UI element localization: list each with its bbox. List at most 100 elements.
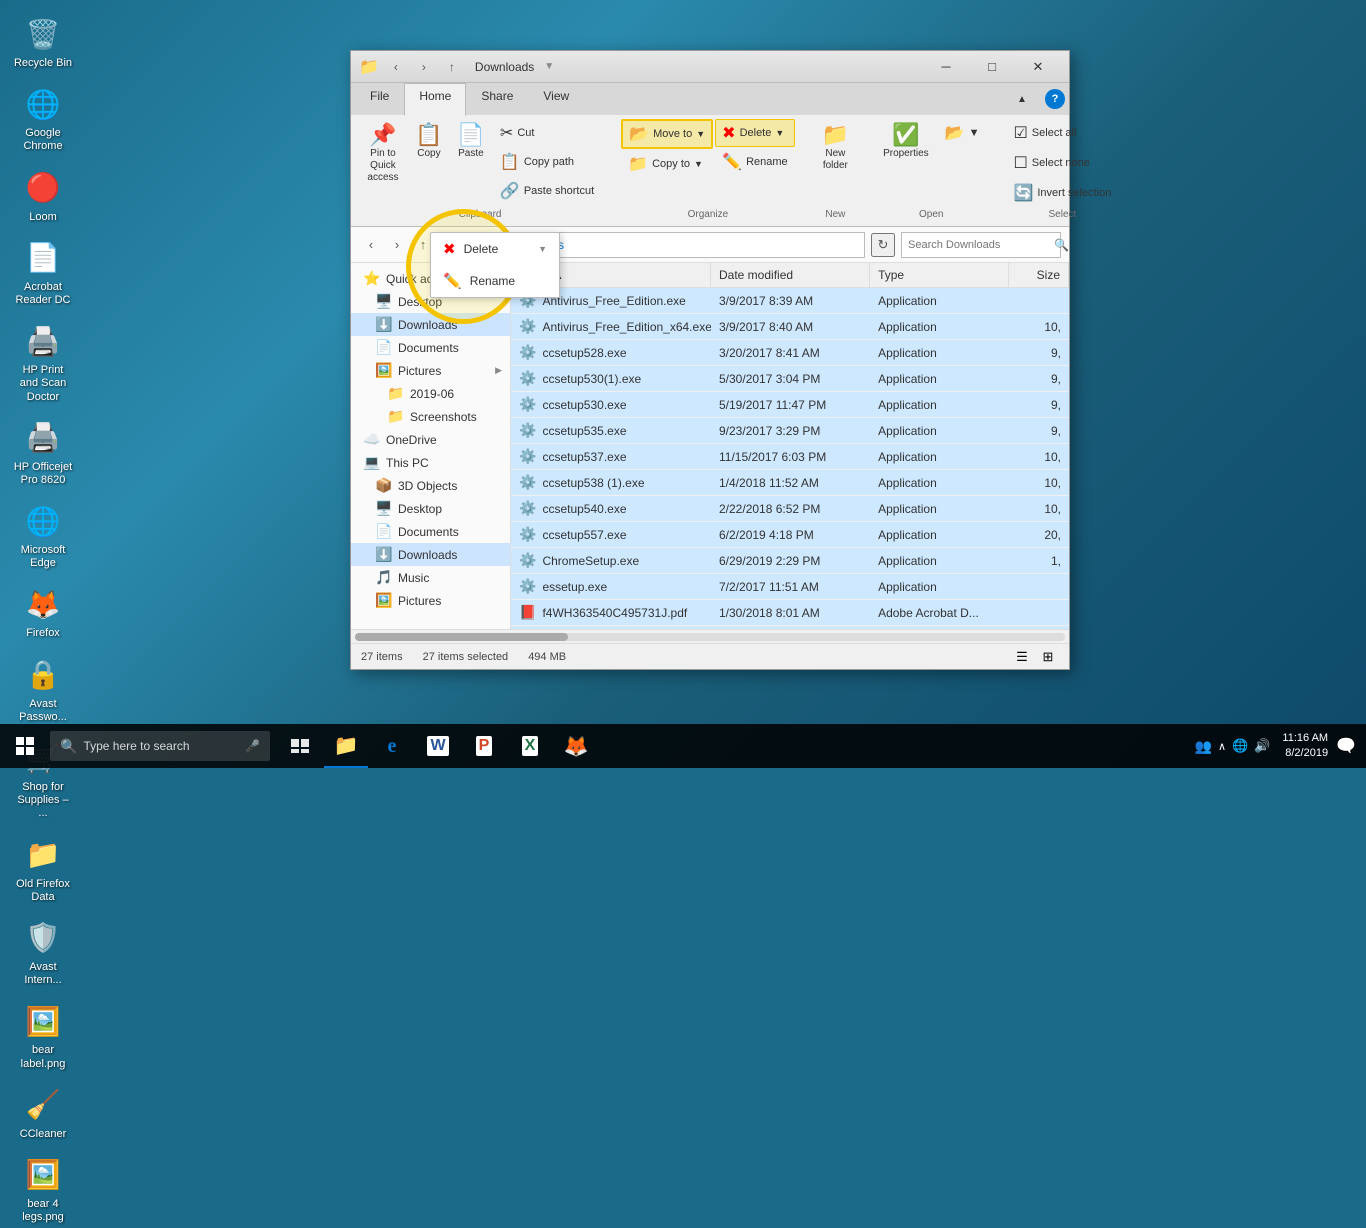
cut-button[interactable]: ✂ Cut xyxy=(493,119,601,147)
file-row[interactable]: ⚙️ ccsetup557.exe 6/2/2019 4:18 PM Appli… xyxy=(511,522,1069,548)
taskbar-notification-icon[interactable]: 🗨️ xyxy=(1336,736,1356,756)
paste-button[interactable]: 📄 Paste xyxy=(451,119,491,165)
search-box[interactable]: 🔍 xyxy=(901,232,1061,258)
nav-documents[interactable]: 📄 Documents xyxy=(351,336,510,359)
file-row[interactable]: ⚙️ ccsetup530(1).exe 5/30/2017 3:04 PM A… xyxy=(511,366,1069,392)
new-folder-button[interactable]: 📁 New folder xyxy=(815,119,856,177)
file-row[interactable]: 📕 f4WH363540C495731J.pdf 1/30/2018 8:01 … xyxy=(511,600,1069,626)
taskbar-chevron-icon[interactable]: ∧ xyxy=(1218,740,1226,753)
large-icons-view-button[interactable]: ⊞ xyxy=(1037,647,1059,667)
nav-downloads2[interactable]: ⬇️ Downloads xyxy=(351,543,510,566)
desktop-icon-bear4legs[interactable]: 🖼️ bear 4 legs.png xyxy=(8,1151,78,1228)
file-row[interactable]: ⚙️ ccsetup540.exe 2/22/2018 6:52 PM Appl… xyxy=(511,496,1069,522)
copy-button[interactable]: 📋 Copy xyxy=(409,119,449,165)
taskbar-firefox[interactable]: 🦊 xyxy=(554,724,598,768)
taskbar-edge[interactable]: e xyxy=(370,724,414,768)
nav-desktop2[interactable]: 🖥️ Desktop xyxy=(351,497,510,520)
details-view-button[interactable]: ☰ xyxy=(1011,647,1033,667)
scroll-track[interactable] xyxy=(355,633,1065,641)
nav-this-pc[interactable]: 💻 This PC xyxy=(351,451,510,474)
desktop-icon-hp-officejet[interactable]: 🖨️ HP Officejet Pro 8620 xyxy=(8,414,78,491)
ribbon-collapse-button[interactable]: ▲ xyxy=(999,83,1045,115)
scroll-thumb[interactable] xyxy=(355,633,568,641)
nav-2019-06[interactable]: 📁 2019-06 xyxy=(351,382,510,405)
properties-button[interactable]: ✅ Properties xyxy=(876,119,936,165)
tab-view[interactable]: View xyxy=(528,83,584,115)
popup-delete-item[interactable]: ✖ Delete ▼ xyxy=(431,233,559,265)
file-row[interactable]: ⚙️ ccsetup530.exe 5/19/2017 11:47 PM App… xyxy=(511,392,1069,418)
refresh-button[interactable]: ↻ xyxy=(871,233,895,257)
forward-button[interactable]: › xyxy=(413,56,435,78)
select-all-button[interactable]: ☑ Select all xyxy=(1006,119,1118,147)
desktop-icon-avast-internet[interactable]: 🛡️ Avast Intern... xyxy=(8,914,78,991)
help-button[interactable]: ? xyxy=(1045,89,1065,109)
select-none-button[interactable]: ☐ Select none xyxy=(1006,149,1118,177)
invert-selection-button[interactable]: 🔄 Invert selection xyxy=(1006,179,1118,207)
desktop-icon-chrome[interactable]: 🌐 Google Chrome xyxy=(8,80,78,157)
horizontal-scrollbar[interactable] xyxy=(351,629,1069,643)
maximize-button[interactable]: □ xyxy=(969,51,1015,83)
taskbar-volume-icon[interactable]: 🔊 xyxy=(1254,738,1270,754)
nav-panel[interactable]: ⭐ Quick access 🖥️ Desktop ⬇️ Downloads 📄… xyxy=(351,263,511,629)
address-forward-button[interactable]: › xyxy=(385,233,409,257)
taskbar-task-view[interactable] xyxy=(278,724,322,768)
file-row[interactable]: ⚙️ ccsetup535.exe 9/23/2017 3:29 PM Appl… xyxy=(511,418,1069,444)
back-button[interactable]: ‹ xyxy=(385,56,407,78)
pin-to-quick-access-button[interactable]: 📌 Pin to Quick access xyxy=(359,119,407,189)
copy-path-button[interactable]: 📋 Copy path xyxy=(493,148,601,176)
desktop-icon-ccleaner[interactable]: 🧹 CCleaner xyxy=(8,1081,78,1145)
nav-pictures[interactable]: 🖼️ Pictures ▶ xyxy=(351,359,510,382)
up-button[interactable]: ↑ xyxy=(441,56,463,78)
file-row[interactable]: ⚙️ Antivirus_Free_Edition.exe 3/9/2017 8… xyxy=(511,288,1069,314)
file-row[interactable]: ⚙️ essetup.exe 7/2/2017 11:51 AM Applica… xyxy=(511,574,1069,600)
taskbar-file-explorer[interactable]: 📁 xyxy=(324,724,368,768)
copy-to-button[interactable]: 📁 Copy to ▼ xyxy=(621,150,713,178)
file-row[interactable]: ⚙️ ccsetup537.exe 11/15/2017 6:03 PM App… xyxy=(511,444,1069,470)
file-list-area[interactable]: Name ▲ Date modified Type Size ⚙️ xyxy=(511,263,1069,629)
tab-file[interactable]: File xyxy=(355,83,404,115)
open-options-button[interactable]: 📂 ▼ xyxy=(938,119,987,147)
desktop-icon-recycle-bin[interactable]: 🗑️ Recycle Bin xyxy=(8,10,78,74)
delete-button[interactable]: ✖ Delete ▼ xyxy=(715,119,795,147)
title-dropdown-arrow[interactable]: ▼ xyxy=(544,61,554,72)
file-row[interactable]: ⚙️ Antivirus_Free_Edition_x64.exe 3/9/20… xyxy=(511,314,1069,340)
desktop-icon-acrobat[interactable]: 📄 Acrobat Reader DC xyxy=(8,234,78,311)
taskbar-powerpoint[interactable]: P xyxy=(462,724,506,768)
move-to-button[interactable]: 📂 Move to ▼ xyxy=(621,119,713,149)
nav-onedrive[interactable]: ☁️ OneDrive xyxy=(351,428,510,451)
nav-downloads[interactable]: ⬇️ Downloads xyxy=(351,313,510,336)
file-row[interactable]: ⚙️ ChromeSetup.exe 6/29/2019 2:29 PM App… xyxy=(511,548,1069,574)
nav-pictures2[interactable]: 🖼️ Pictures xyxy=(351,589,510,612)
taskbar-search[interactable]: 🔍 Type here to search 🎤 xyxy=(50,731,270,761)
file-row[interactable]: ⚙️ ccsetup528.exe 3/20/2017 8:41 AM Appl… xyxy=(511,340,1069,366)
nav-documents2[interactable]: 📄 Documents xyxy=(351,520,510,543)
tab-home[interactable]: Home xyxy=(404,83,466,116)
rename-button[interactable]: ✏️ Rename xyxy=(715,148,795,176)
paste-shortcut-button[interactable]: 🔗 Paste shortcut xyxy=(493,177,601,205)
close-button[interactable]: ✕ xyxy=(1015,51,1061,83)
desktop-icon-hp-print[interactable]: 🖨️ HP Print and Scan Doctor xyxy=(8,317,78,408)
start-button[interactable] xyxy=(0,724,50,768)
taskbar-time[interactable]: 11:16 AM 8/2/2019 xyxy=(1282,731,1328,762)
taskbar-network-icon[interactable]: 🌐 xyxy=(1232,738,1248,754)
file-row[interactable]: ⚙️ ccsetup538 (1).exe 1/4/2018 11:52 AM … xyxy=(511,470,1069,496)
desktop-icon-old-firefox[interactable]: 📁 Old Firefox Data xyxy=(8,831,78,908)
col-header-type[interactable]: Type xyxy=(870,263,1009,287)
popup-rename-item[interactable]: ✏️ Rename xyxy=(431,265,559,297)
desktop-icon-bear-label[interactable]: 🖼️ bear label.png xyxy=(8,997,78,1074)
nav-music[interactable]: 🎵 Music xyxy=(351,566,510,589)
taskbar-word[interactable]: W xyxy=(416,724,460,768)
desktop-icon-avast-pass[interactable]: 🔒 Avast Passwo... xyxy=(8,651,78,728)
tab-share[interactable]: Share xyxy=(466,83,528,115)
address-back-button[interactable]: ‹ xyxy=(359,233,383,257)
desktop-icon-firefox[interactable]: 🦊 Firefox xyxy=(8,580,78,644)
taskbar-people-icon[interactable]: 👥 xyxy=(1195,738,1212,755)
desktop-icon-ms-edge[interactable]: 🌐 Microsoft Edge xyxy=(8,497,78,574)
search-input[interactable] xyxy=(908,239,1050,251)
desktop-icon-loom[interactable]: 🔴 Loom xyxy=(8,164,78,228)
taskbar-excel[interactable]: X xyxy=(508,724,552,768)
col-header-date[interactable]: Date modified xyxy=(711,263,870,287)
minimize-button[interactable]: ─ xyxy=(923,51,969,83)
col-header-size[interactable]: Size xyxy=(1009,263,1069,287)
nav-screenshots[interactable]: 📁 Screenshots xyxy=(351,405,510,428)
